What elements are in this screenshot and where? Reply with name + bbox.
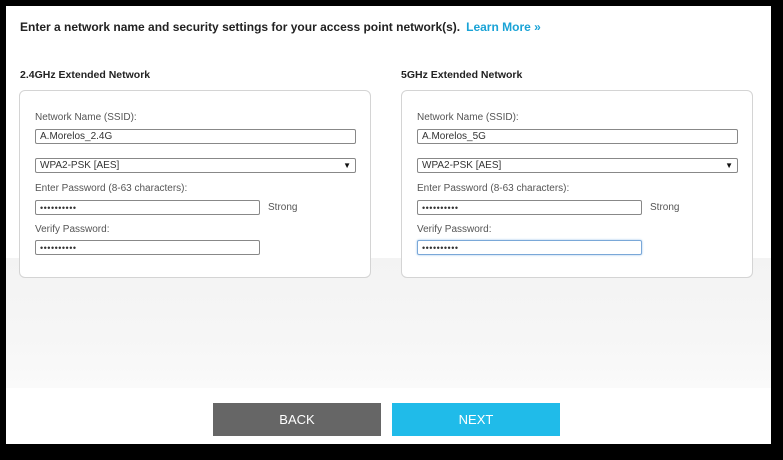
- section-title-5g: 5GHz Extended Network: [401, 69, 523, 81]
- button-bar: [6, 388, 771, 444]
- verify-label: Verify Password:: [417, 224, 492, 235]
- security-select-value: WPA2-PSK [AES]: [422, 159, 502, 171]
- network-panel-5g: Network Name (SSID): A.Morelos_5G WPA2-P…: [401, 90, 753, 278]
- intro-message: Enter a network name and security settin…: [20, 20, 461, 34]
- password-strength-2g: Strong: [268, 202, 298, 213]
- chevron-down-icon: ▼: [343, 160, 351, 170]
- verify-input-2g[interactable]: ••••••••••: [35, 240, 260, 255]
- ssid-label: Network Name (SSID):: [417, 112, 519, 123]
- ssid-input-2g[interactable]: A.Morelos_2.4G: [35, 129, 356, 144]
- ssid-label: Network Name (SSID):: [35, 112, 137, 123]
- password-input-2g[interactable]: ••••••••••: [35, 200, 260, 215]
- network-panel-2g: Network Name (SSID): A.Morelos_2.4G WPA2…: [19, 90, 371, 278]
- next-button[interactable]: NEXT: [392, 403, 560, 436]
- security-select-2g[interactable]: WPA2-PSK [AES] ▼: [35, 158, 356, 173]
- password-input-5g[interactable]: ••••••••••: [417, 200, 642, 215]
- learn-more-link[interactable]: Learn More »: [466, 20, 541, 34]
- chevron-down-icon: ▼: [725, 160, 733, 170]
- security-select-5g[interactable]: WPA2-PSK [AES] ▼: [417, 158, 738, 173]
- verify-input-5g[interactable]: ••••••••••: [417, 240, 642, 255]
- back-button[interactable]: BACK: [213, 403, 381, 436]
- security-select-value: WPA2-PSK [AES]: [40, 159, 120, 171]
- ssid-input-5g[interactable]: A.Morelos_5G: [417, 129, 738, 144]
- section-title-2g: 2.4GHz Extended Network: [20, 69, 151, 81]
- intro-text: Enter a network name and security settin…: [20, 20, 541, 34]
- password-strength-5g: Strong: [650, 202, 680, 213]
- verify-label: Verify Password:: [35, 224, 110, 235]
- password-label: Enter Password (8-63 characters):: [35, 183, 188, 194]
- password-label: Enter Password (8-63 characters):: [417, 183, 570, 194]
